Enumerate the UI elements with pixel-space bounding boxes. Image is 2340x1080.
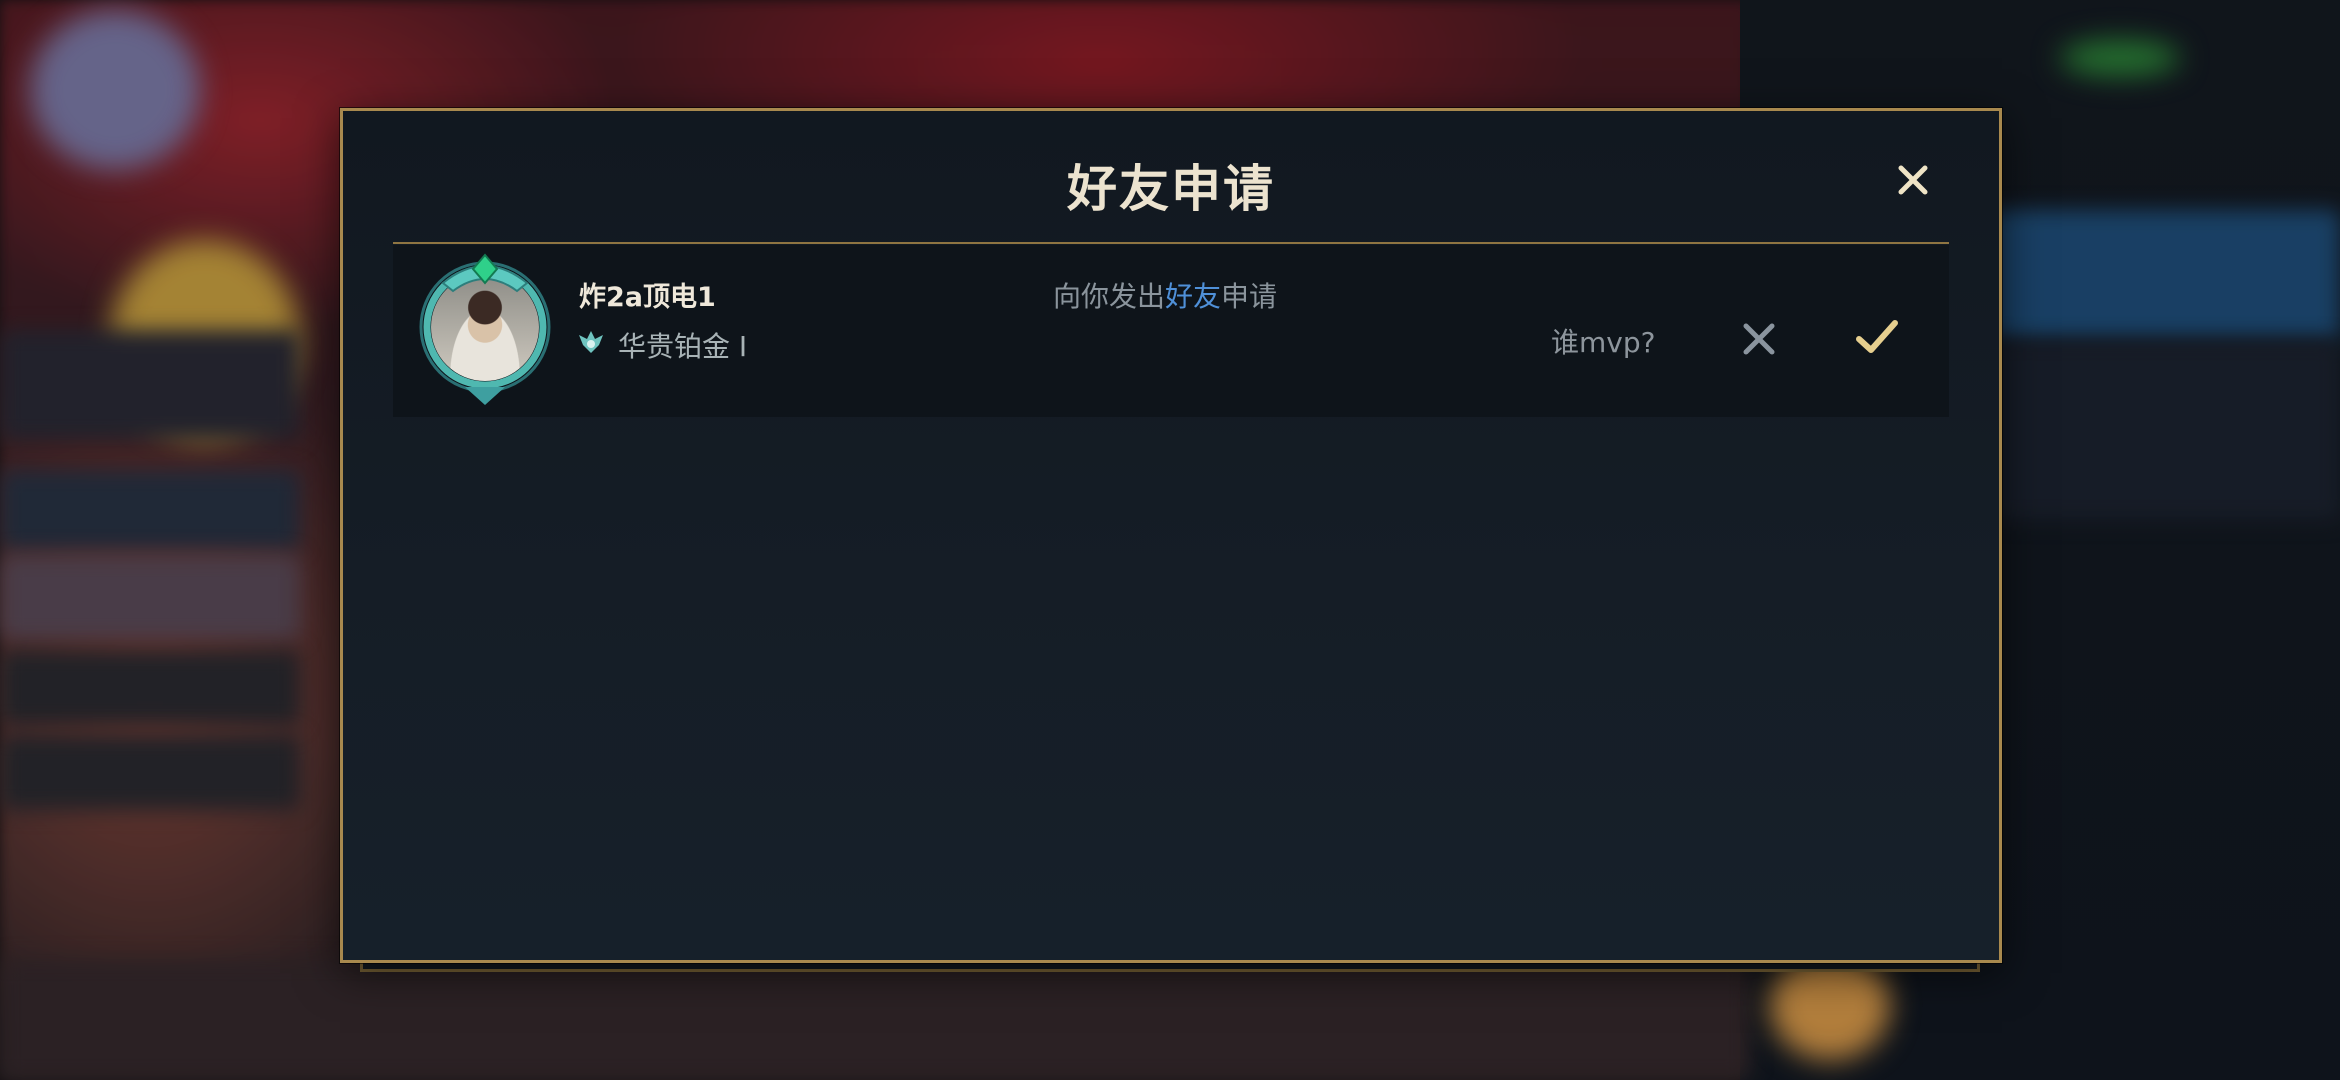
friend-request-row: 炸2a顶电1 华贵铂金 I 向你发出好友申请 谁mvp? (393, 245, 1949, 417)
requester-rank: 华贵铂金 I (618, 330, 748, 363)
rank-frame-icon (419, 253, 551, 405)
request-message-prefix: 向你发出 (1053, 280, 1166, 313)
close-icon (1898, 165, 1928, 195)
requester-name: 炸2a顶电1 (579, 282, 716, 313)
reject-request-button[interactable] (1739, 319, 1779, 359)
close-icon (1743, 323, 1775, 355)
request-message-suffix: 申请 (1221, 280, 1278, 313)
request-message: 向你发出好友申请 (1053, 275, 1277, 315)
request-note: 谁mvp? (1551, 326, 1656, 359)
check-icon (1856, 320, 1898, 353)
platinum-rank-icon (579, 331, 603, 353)
title-divider (393, 242, 1949, 244)
request-message-highlight: 好友 (1165, 280, 1222, 313)
friend-request-dialog: 好友申请 炸2a顶电1 华贵铂金 I 向你发出好友申请 谁mvp? (340, 108, 2002, 963)
accept-request-button[interactable] (1853, 313, 1901, 361)
dialog-close-button[interactable] (1891, 158, 1935, 202)
avatar[interactable] (413, 249, 557, 409)
dialog-title: 好友申请 (1067, 160, 1275, 218)
